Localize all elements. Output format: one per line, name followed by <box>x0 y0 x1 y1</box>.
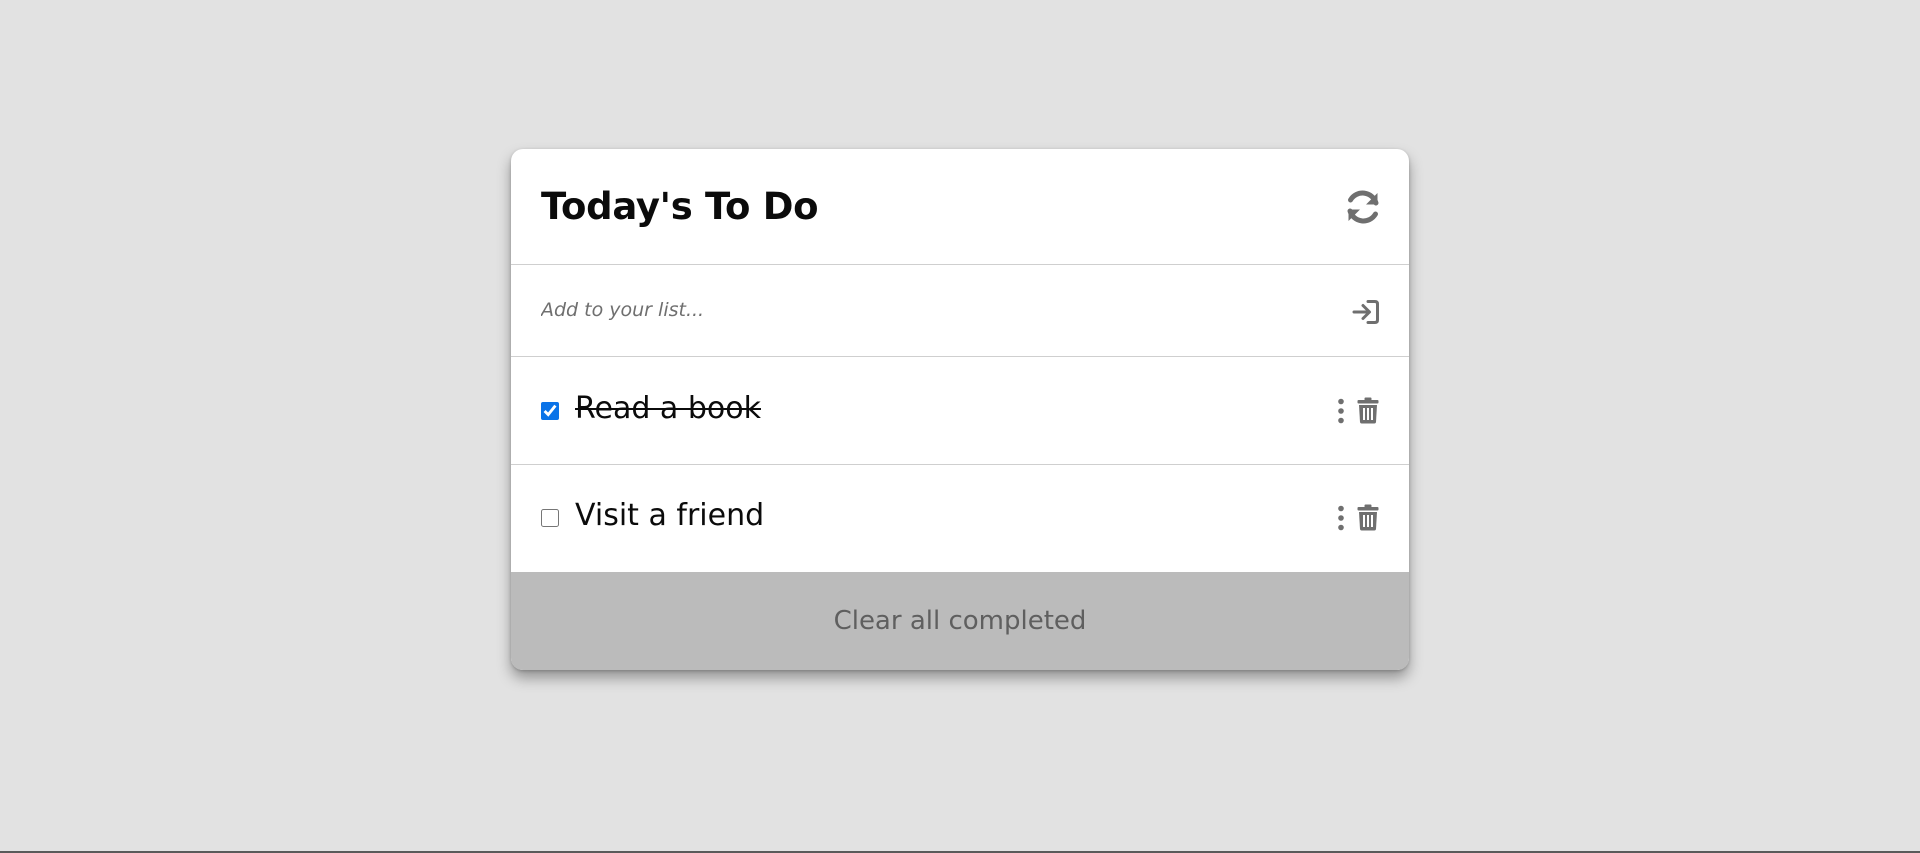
task-checkbox[interactable] <box>541 402 559 420</box>
task-menu-button[interactable] <box>1336 397 1346 425</box>
add-task-row <box>511 265 1409 357</box>
delete-task-button[interactable] <box>1357 397 1379 424</box>
task-label: Read a book <box>575 391 761 426</box>
page-title: Today's To Do <box>541 185 819 228</box>
trash-icon <box>1357 397 1379 424</box>
clear-completed-button[interactable]: Clear all completed <box>511 572 1409 670</box>
add-task-input[interactable] <box>541 293 1301 327</box>
refresh-icon <box>1347 190 1379 224</box>
task-checkbox[interactable] <box>541 509 559 527</box>
task-menu-button[interactable] <box>1336 504 1346 532</box>
card-header: Today's To Do <box>511 149 1409 265</box>
task-item: Visit a friend <box>511 465 1409 572</box>
task-label: Visit a friend <box>575 498 765 533</box>
kebab-menu-icon <box>1338 398 1344 424</box>
task-item: Read a book <box>511 357 1409 465</box>
add-task-button[interactable] <box>1352 299 1380 325</box>
trash-icon <box>1357 504 1379 531</box>
todo-card: Today's To Do Read a book <box>511 149 1409 670</box>
sign-in-icon <box>1352 300 1379 324</box>
refresh-button[interactable] <box>1344 188 1382 226</box>
delete-task-button[interactable] <box>1357 504 1379 531</box>
kebab-menu-icon <box>1338 505 1344 531</box>
